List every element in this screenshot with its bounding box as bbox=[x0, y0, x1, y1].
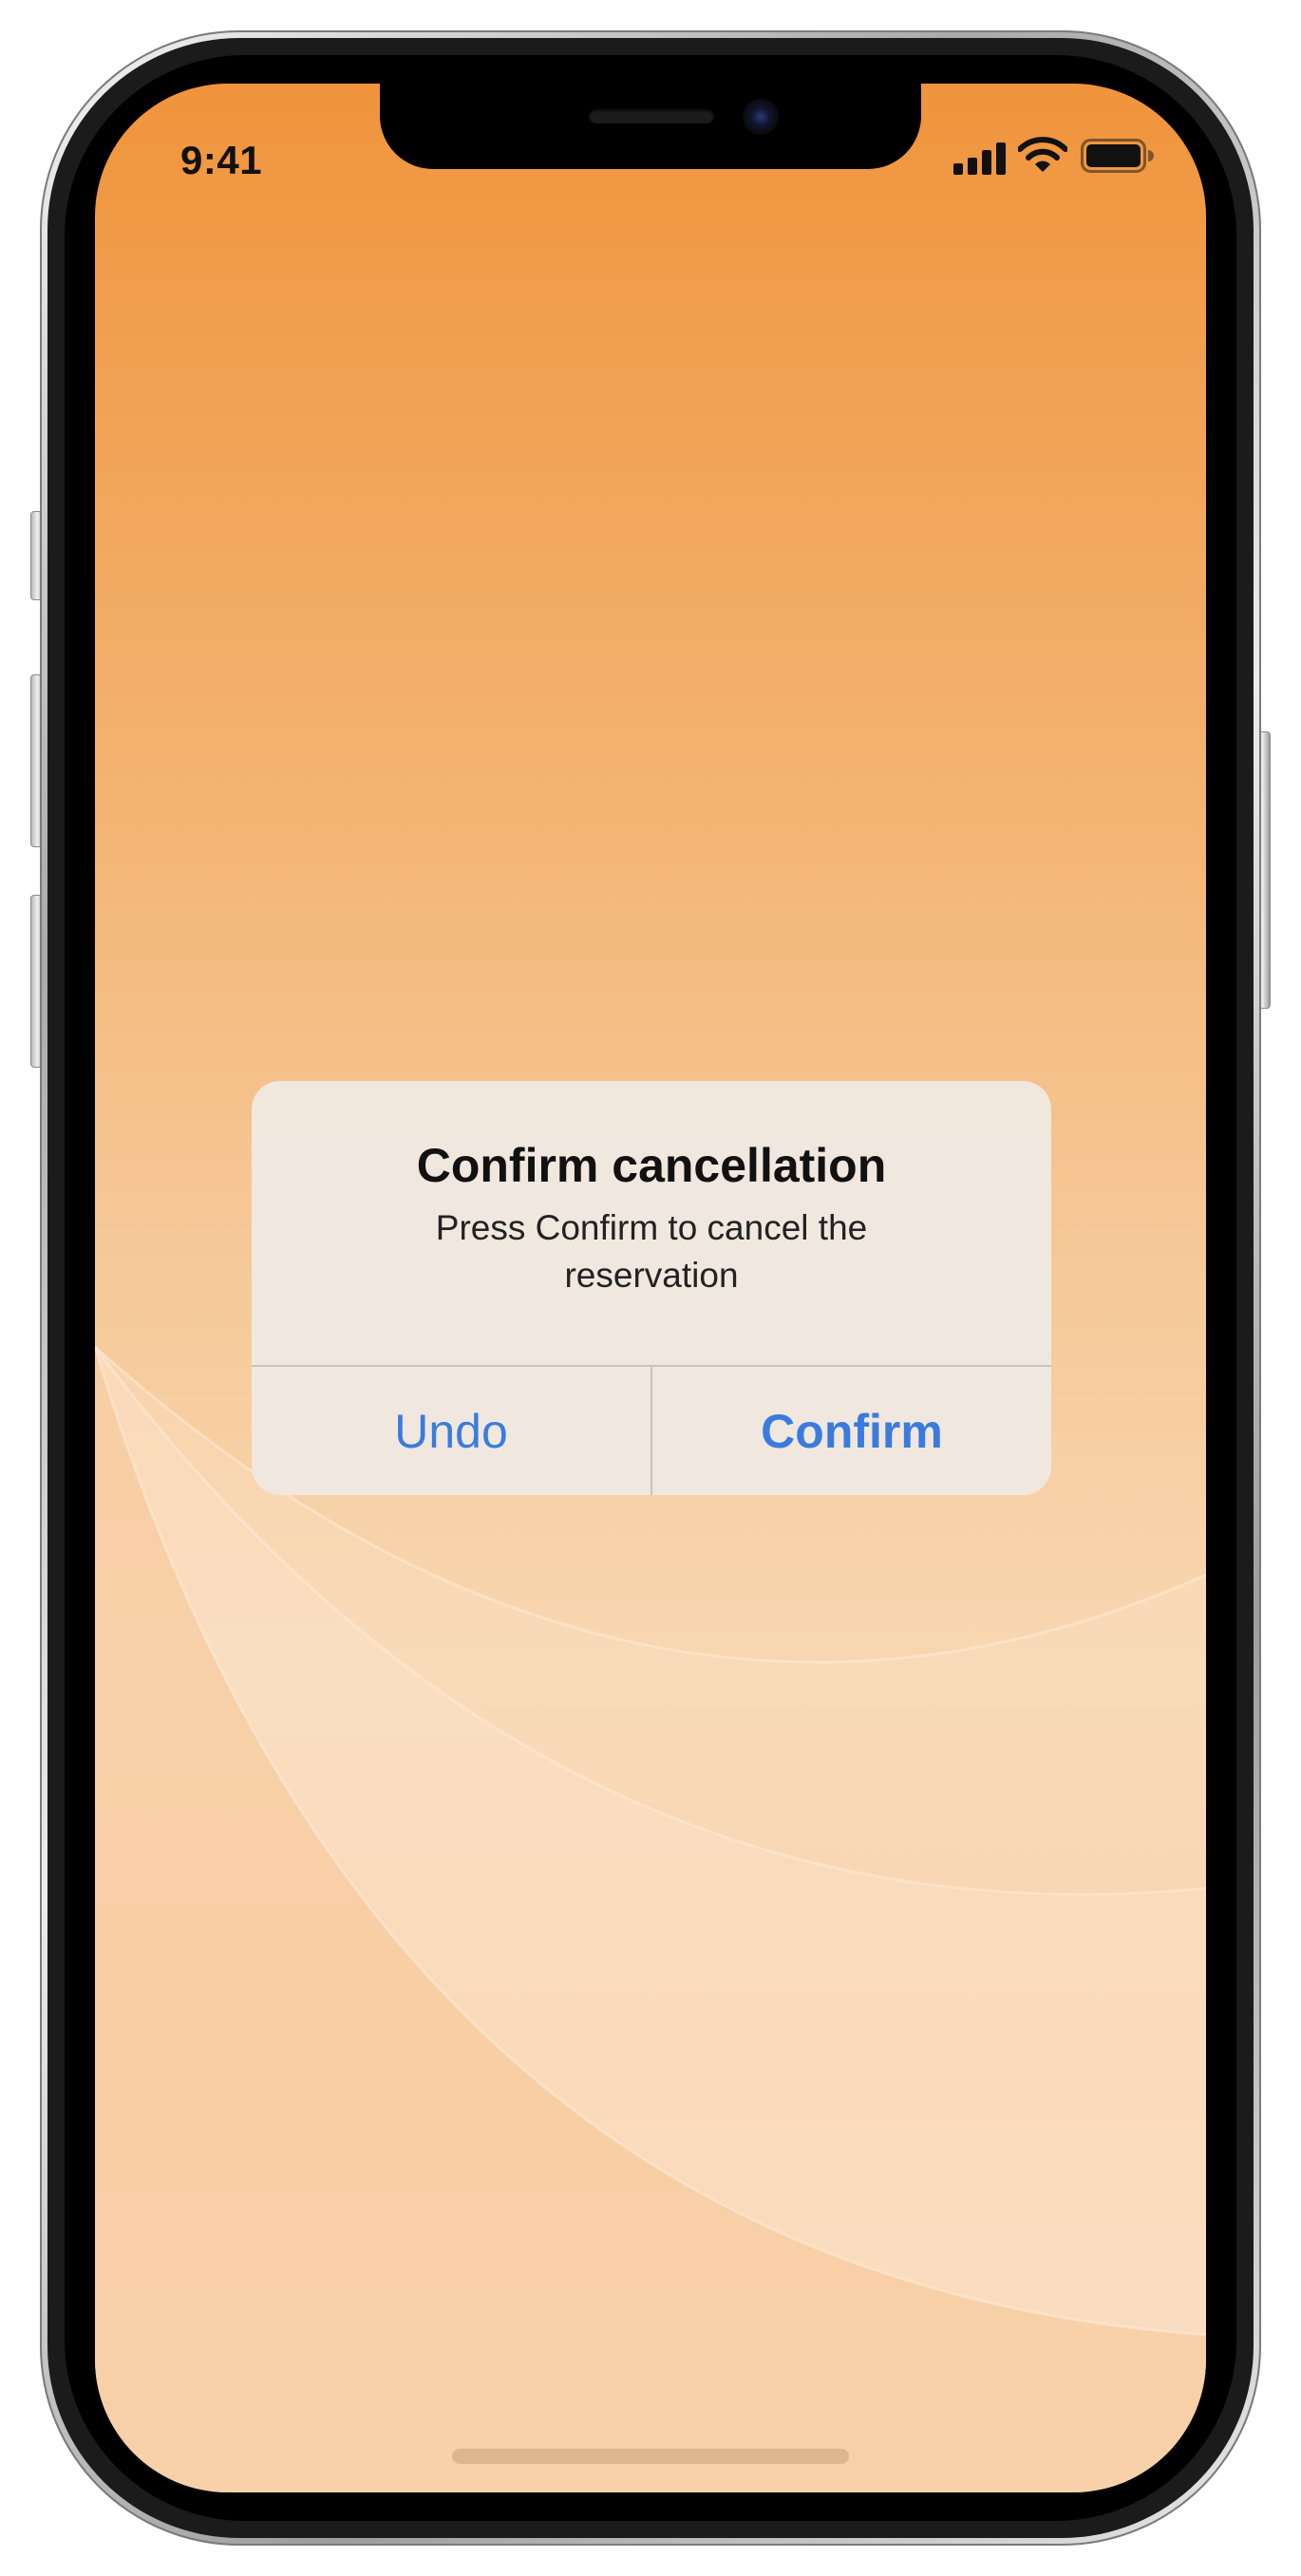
earpiece-speaker bbox=[589, 108, 714, 123]
wifi-icon bbox=[1018, 137, 1067, 172]
front-camera bbox=[743, 99, 779, 135]
signal-icon bbox=[953, 142, 1006, 175]
battery-icon bbox=[1081, 139, 1154, 173]
alert-message: Press Confirm to cancel the reservation bbox=[435, 1208, 868, 1295]
device-mockup: 9:41 Confirm cancellation Press Confirm … bbox=[0, 0, 1301, 2576]
confirm-cancellation-alert: Confirm cancellation Press Confirm to ca… bbox=[252, 1081, 1051, 1495]
notch bbox=[380, 84, 921, 169]
status-time: 9:41 bbox=[180, 138, 263, 182]
alert-title: Confirm cancellation bbox=[416, 1139, 887, 1192]
confirm-button[interactable]: Confirm bbox=[652, 1367, 1051, 1495]
home-indicator[interactable] bbox=[452, 2449, 849, 2464]
undo-button[interactable]: Undo bbox=[252, 1367, 650, 1495]
